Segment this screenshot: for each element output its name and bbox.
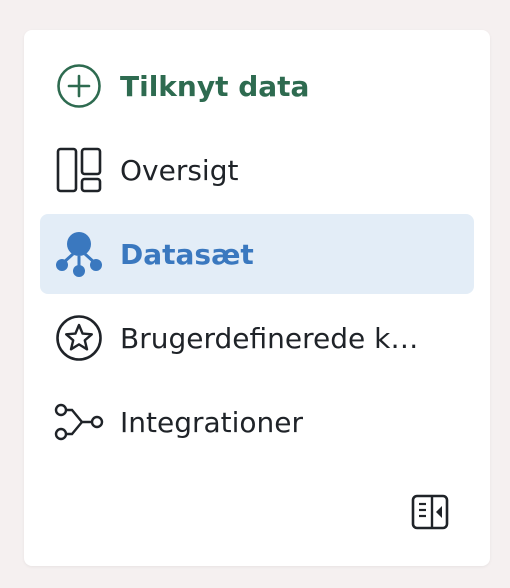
integration-flow-icon [54, 397, 104, 447]
sidebar-nav: Tilknyt data Oversigt Datasæt Brugerdefi… [40, 46, 474, 466]
sidebar-item-label: Oversigt [120, 153, 239, 187]
star-circle-icon [54, 313, 104, 363]
dashboard-layout-icon [54, 145, 104, 195]
dataset-nodes-icon [54, 229, 104, 279]
sidebar-item-label: Tilknyt data [120, 69, 310, 103]
sidebar-item-label: Brugerdefinerede k… [120, 321, 419, 355]
sidebar-panel: Tilknyt data Oversigt Datasæt Brugerdefi… [24, 30, 490, 566]
sidebar-item-overview[interactable]: Oversigt [40, 130, 474, 210]
collapse-sidebar-button[interactable] [410, 494, 450, 534]
sidebar-item-datasets[interactable]: Datasæt [40, 214, 474, 294]
sidebar-item-custom[interactable]: Brugerdefinerede k… [40, 298, 474, 378]
sidebar-item-connect-data[interactable]: Tilknyt data [40, 46, 474, 126]
sidebar-item-label: Datasæt [120, 237, 254, 271]
collapse-panel-icon [411, 494, 449, 534]
sidebar-item-label: Integrationer [120, 405, 304, 439]
sidebar-item-integrations[interactable]: Integrationer [40, 382, 474, 462]
plus-circle-icon [54, 61, 104, 111]
